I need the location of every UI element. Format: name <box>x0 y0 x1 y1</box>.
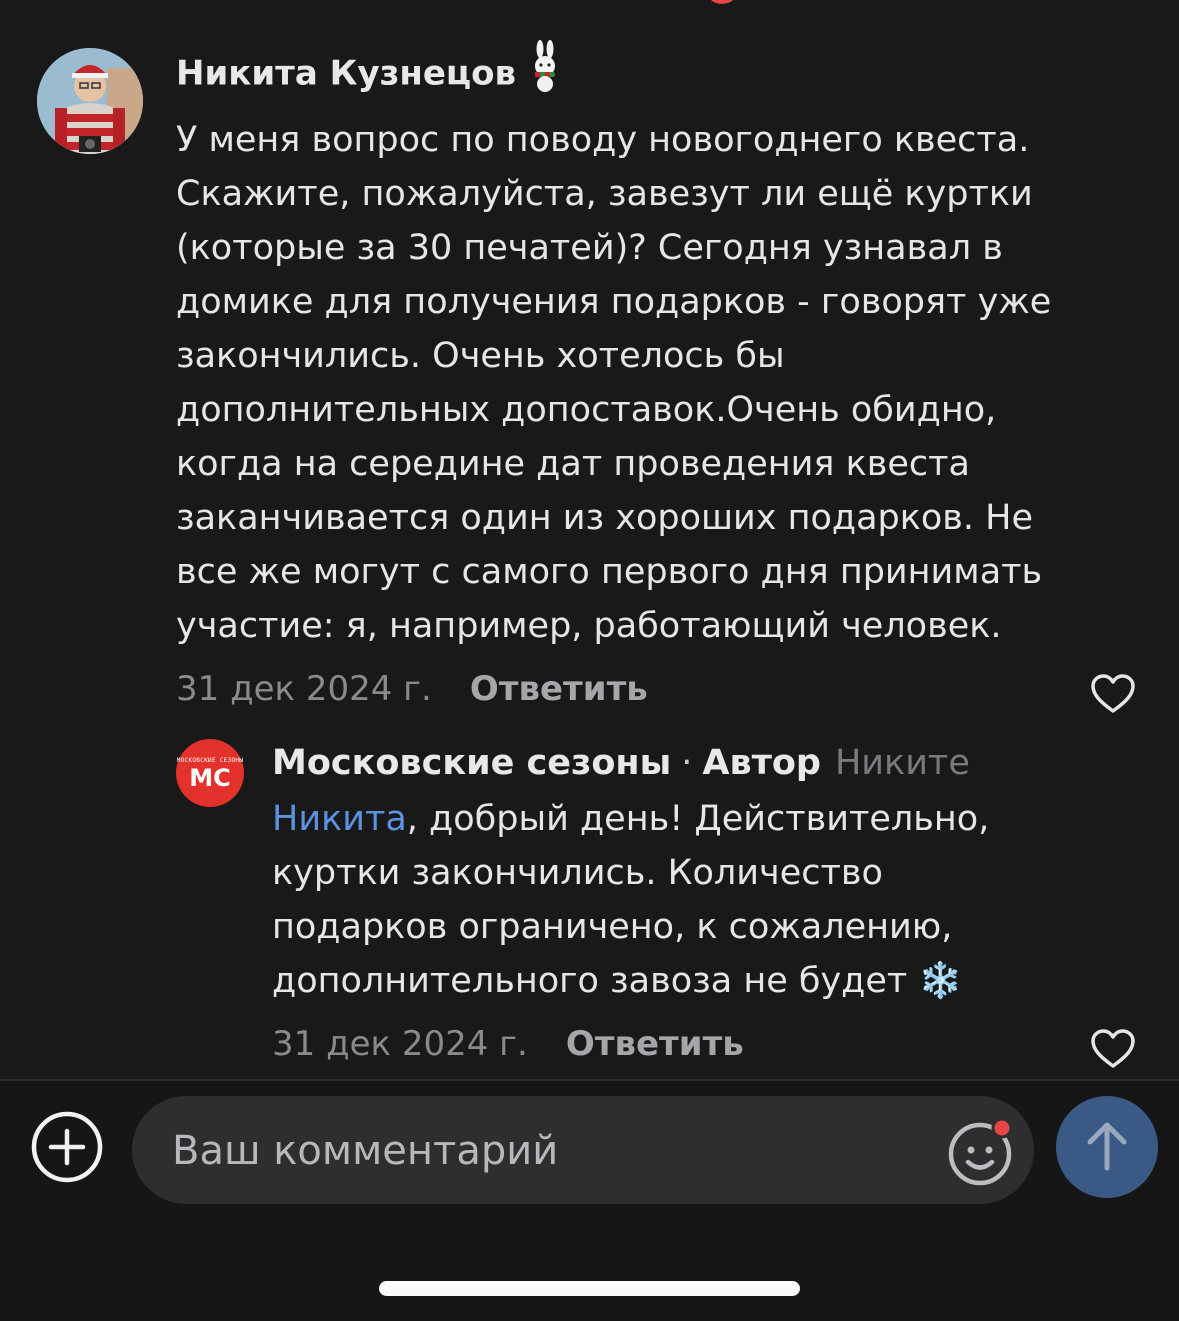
comment-input-wrapper <box>132 1096 1034 1206</box>
bunny-badge-icon <box>530 38 560 112</box>
comment-text: У меня вопрос по поводу новогоднего квес… <box>176 120 1052 646</box>
avatar[interactable]: МОСКОВСКИЕ СЕЗОНЫ МС <box>176 739 244 807</box>
home-indicator <box>379 1281 800 1296</box>
arrow-up-icon <box>1087 1122 1127 1171</box>
reply-meta: 31 дек 2024 г. Ответить <box>272 1014 1142 1074</box>
author-name[interactable]: Никита Кузнецов <box>176 54 516 94</box>
plus-circle-icon[interactable] <box>31 1111 103 1183</box>
comment-date: 31 дек 2024 г. <box>176 669 432 709</box>
reply-author-line: Московские сезоны · Автор Никите <box>272 735 1142 791</box>
reply-author[interactable]: Московские сезоны <box>272 743 671 783</box>
comment-author[interactable]: Никита Кузнецов <box>176 38 1141 112</box>
snowflake-emoji: ❄️ <box>918 961 963 1001</box>
comment-meta: 31 дек 2024 г. Ответить <box>176 659 1141 719</box>
avatar-logo: МС <box>189 763 231 792</box>
avatar-brand-text: МОСКОВСКИЕ СЕЗОНЫ <box>176 756 244 764</box>
reply-text: Никита, добрый день! Действительно, курт… <box>272 792 1142 1008</box>
mention-link[interactable]: Никита <box>272 799 407 839</box>
avatar[interactable] <box>37 48 143 154</box>
smiley-icon[interactable] <box>946 1116 1018 1188</box>
separator: · <box>681 743 693 783</box>
author-tag: Автор <box>702 743 821 783</box>
notification-dot <box>704 0 740 4</box>
heart-icon[interactable] <box>1091 1028 1135 1068</box>
reply-to[interactable]: Никите <box>835 743 970 783</box>
send-button[interactable] <box>1056 1096 1158 1198</box>
heart-icon[interactable] <box>1091 673 1135 713</box>
reply-button[interactable]: Ответить <box>566 1024 744 1064</box>
reply-date: 31 дек 2024 г. <box>272 1024 528 1064</box>
reply-button[interactable]: Ответить <box>470 669 648 709</box>
comment-input[interactable] <box>170 1096 934 1206</box>
